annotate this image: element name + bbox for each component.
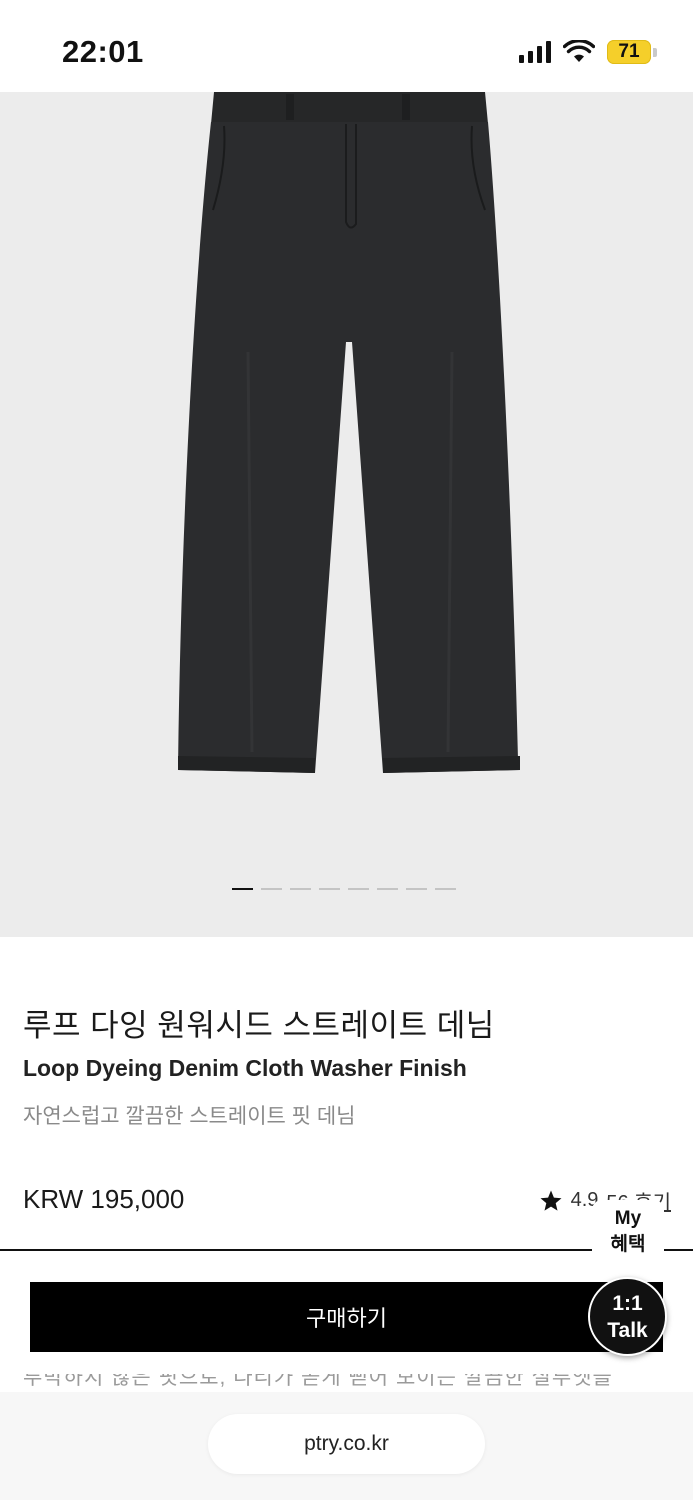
carousel-dot[interactable] — [261, 888, 282, 890]
carousel-dot[interactable] — [232, 888, 253, 890]
browser-bottom-bar: ptry.co.kr — [0, 1392, 693, 1500]
carousel-indicators[interactable] — [232, 888, 456, 890]
battery-level: 71 — [607, 40, 651, 64]
divider — [0, 1249, 693, 1251]
carousel-dot[interactable] — [290, 888, 311, 890]
carousel-dot[interactable] — [348, 888, 369, 890]
pants-photo — [178, 92, 520, 773]
carousel-dot[interactable] — [377, 888, 398, 890]
partial-description-content: 투박하지 않은 핏으로, 다리가 곧게 뻗어 보이는 깔끔한 실루엣을 — [23, 1374, 613, 1389]
my-benefit-label-line2: 혜택 — [610, 1234, 646, 1255]
product-title-korean: 루프 다잉 원워시드 스트레이트 데님 — [23, 1008, 495, 1043]
carousel-dot[interactable] — [406, 888, 427, 890]
status-icons: 71 — [519, 40, 657, 64]
my-benefit-label-line1: My — [614, 1208, 642, 1229]
my-benefit-button[interactable]: My 혜택 — [592, 1200, 664, 1264]
carousel-dot[interactable] — [319, 888, 340, 890]
product-image-carousel[interactable] — [0, 92, 693, 937]
wifi-icon — [563, 40, 595, 62]
buy-button[interactable]: 구매하기 — [30, 1282, 663, 1352]
signal-icon — [519, 41, 551, 63]
talk-label-line1: 1:1 — [612, 1291, 643, 1315]
status-time: 22:01 — [62, 34, 144, 69]
talk-button[interactable]: 1:1 Talk — [588, 1277, 667, 1356]
partial-description-text: 투박하지 않은 핏으로, 다리가 곧게 뻗어 보이는 깔끔한 실루엣을 — [23, 1374, 663, 1394]
product-price: KRW 195,000 — [23, 1184, 185, 1214]
talk-label-line2: Talk — [607, 1318, 648, 1342]
carousel-dot[interactable] — [435, 888, 456, 890]
product-description: 자연스럽고 깔끔한 스트레이트 핏 데님 — [23, 1105, 356, 1128]
url-bar[interactable]: ptry.co.kr — [208, 1414, 485, 1474]
battery-icon: 71 — [607, 40, 657, 64]
star-icon — [540, 1190, 562, 1211]
status-bar: 22:01 71 — [0, 0, 693, 92]
product-title-english: Loop Dyeing Denim Cloth Washer Finish — [23, 1055, 467, 1081]
